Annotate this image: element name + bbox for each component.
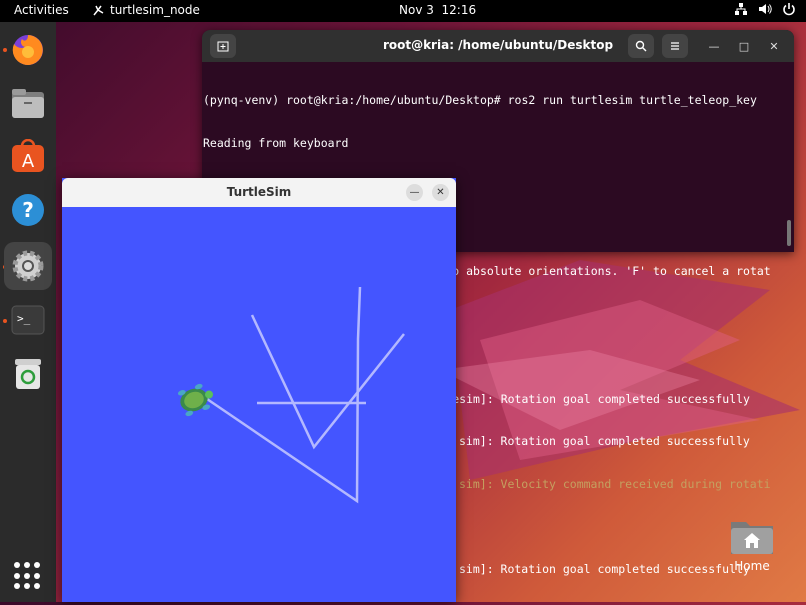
firefox-icon[interactable] (10, 32, 46, 68)
svg-text:A: A (22, 151, 35, 172)
minimize-button[interactable]: — (706, 38, 722, 54)
maximize-button[interactable]: □ (736, 38, 752, 54)
close-icon: ✕ (769, 39, 779, 53)
svg-text:?: ? (22, 198, 34, 222)
activities-button[interactable]: Activities (14, 3, 69, 17)
close-button[interactable]: ✕ (432, 184, 449, 201)
network-icon (735, 3, 747, 15)
app-menu[interactable]: turtlesim_node (92, 3, 200, 17)
show-apps-icon[interactable] (14, 562, 42, 590)
power-icon (783, 3, 795, 16)
close-button[interactable]: ✕ (766, 38, 782, 54)
terminal-line: Reading from keyboard (203, 136, 349, 151)
home-folder-icon (731, 522, 773, 554)
running-indicator (3, 48, 7, 52)
close-icon: ✕ (436, 187, 445, 198)
trash-icon[interactable] (10, 356, 46, 392)
terminal-header: root@kria: /home/ubuntu/Desktop — □ ✕ (202, 30, 794, 62)
app-center-icon[interactable]: A (10, 138, 46, 174)
minimize-icon: — (708, 39, 720, 53)
date: Nov 3 (399, 3, 434, 17)
turtlesim-header: TurtleSim — ✕ (62, 178, 456, 207)
app-name: turtlesim_node (110, 3, 200, 17)
search-icon (635, 40, 647, 52)
terminal-scrollbar[interactable] (787, 220, 791, 246)
turtle-app-icon (93, 5, 104, 15)
system-tray[interactable] (734, 2, 796, 16)
terminal-line: (pynq-venv) root@kria:/home/ubuntu/Deskt… (203, 93, 757, 108)
dock: A ? >_ (0, 22, 56, 602)
turtlesim-window: TurtleSim — ✕ (62, 178, 456, 602)
turtle-canvas (177, 286, 405, 504)
terminal-icon[interactable]: >_ (10, 302, 46, 338)
turtle-trail (206, 286, 405, 504)
home-folder-label: Home (734, 559, 770, 573)
search-button[interactable] (628, 34, 654, 58)
files-icon[interactable] (10, 86, 46, 122)
volume-icon (759, 4, 772, 14)
hamburger-icon (671, 42, 679, 50)
help-icon[interactable]: ? (10, 192, 46, 228)
turtlesim-title: TurtleSim (226, 185, 292, 199)
home-folder[interactable]: Home (728, 516, 776, 573)
top-bar: Activities turtlesim_node Nov 3 12:16 (0, 0, 806, 22)
minimize-icon: — (409, 187, 420, 198)
maximize-icon: □ (738, 39, 750, 53)
svg-text:>_: >_ (17, 312, 31, 325)
settings-icon[interactable] (10, 248, 46, 284)
time: 12:16 (441, 3, 477, 17)
turtle-icon (177, 383, 214, 417)
clock[interactable]: Nov 3 12:16 (399, 3, 476, 17)
running-indicator (3, 319, 7, 323)
menu-button[interactable] (662, 34, 688, 58)
minimize-button[interactable]: — (406, 184, 423, 201)
